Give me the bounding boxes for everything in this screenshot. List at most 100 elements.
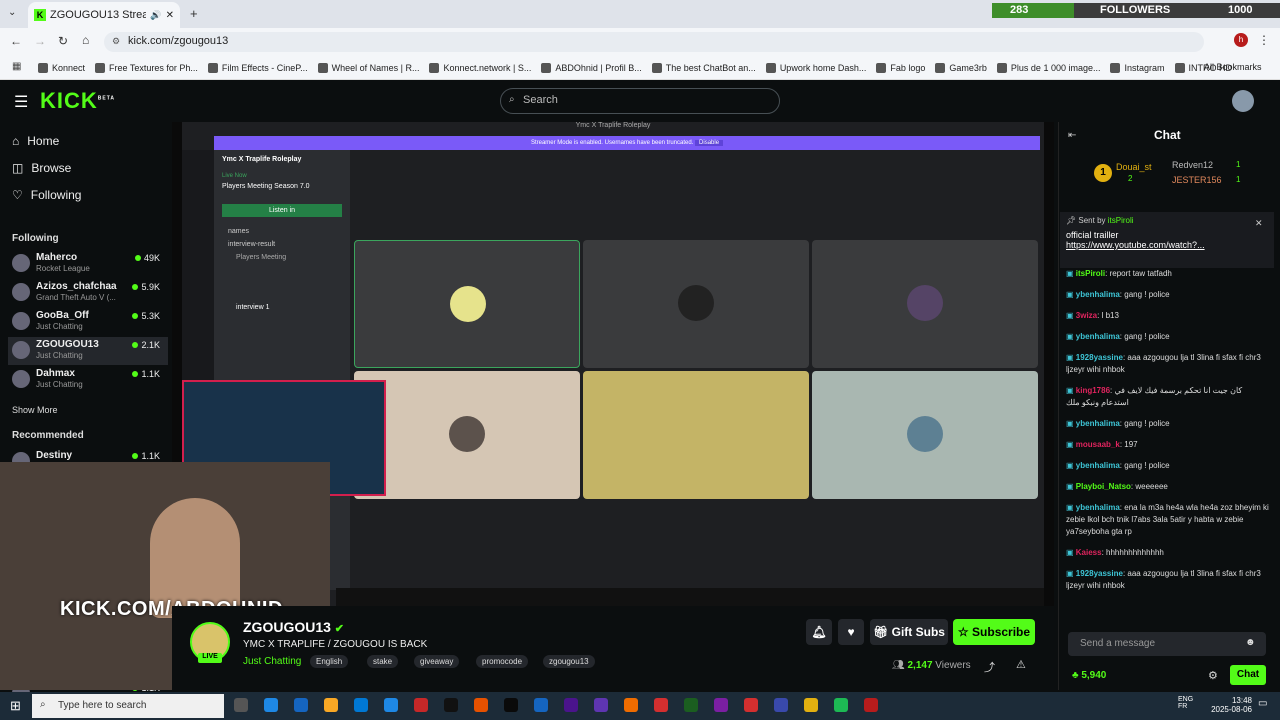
user-avatar[interactable]: [1232, 90, 1254, 112]
following-channel[interactable]: Maherco Rocket League 49K: [8, 250, 168, 278]
forward-icon[interactable]: →: [34, 34, 46, 48]
chat-username[interactable]: ybenhalima: [1076, 461, 1120, 470]
bookmark-item[interactable]: Fab logo: [876, 62, 925, 73]
top-gifter-1[interactable]: Douai_st: [1116, 162, 1152, 172]
taskbar-app-icon[interactable]: [654, 698, 668, 712]
subscribe-button[interactable]: ☆ Subscribe: [953, 619, 1035, 645]
kick-logo[interactable]: KICKBETA: [40, 88, 115, 114]
share-icon[interactable]: ⤴: [984, 659, 995, 675]
collapse-chat-icon[interactable]: ⇤: [1068, 130, 1076, 141]
taskbar-app-icon[interactable]: [744, 698, 758, 712]
chat-username[interactable]: Playboi_Natso: [1076, 482, 1131, 491]
channel-points[interactable]: ♣ 5,940: [1072, 670, 1106, 681]
taskbar-app-icon[interactable]: [624, 698, 638, 712]
stream-tag[interactable]: stake: [367, 655, 399, 668]
top-gifter-2[interactable]: Redven12: [1172, 160, 1213, 170]
search-input[interactable]: Search: [500, 88, 780, 114]
stream-tag[interactable]: zgougou13: [543, 655, 595, 668]
bookmark-item[interactable]: Upwork home Dash...: [765, 62, 866, 73]
system-clock[interactable]: 13:48 2025-08-06: [1206, 696, 1252, 714]
pinned-link[interactable]: https://www.youtube.com/watch?...: [1066, 240, 1268, 250]
all-bookmarks[interactable]: All Bookmarks: [1204, 62, 1262, 72]
unpin-icon[interactable]: ✕: [1255, 218, 1263, 229]
reload-icon[interactable]: ↻: [58, 34, 68, 48]
language-indicator[interactable]: ENG FR: [1178, 696, 1193, 710]
taskbar-app-icon[interactable]: [534, 698, 548, 712]
taskbar-app-icon[interactable]: [774, 698, 788, 712]
stream-tag[interactable]: promocode: [476, 655, 529, 668]
tab-list-icon[interactable]: ⌄: [8, 7, 16, 18]
menu-dots-icon[interactable]: ⋮: [1258, 33, 1270, 47]
taskbar-search[interactable]: Type here to search: [32, 694, 224, 718]
audio-icon[interactable]: 🔊: [150, 10, 161, 21]
taskbar-app-icon[interactable]: [294, 698, 308, 712]
chat-username[interactable]: ybenhalima: [1076, 290, 1120, 299]
taskbar-app-icon[interactable]: [264, 698, 278, 712]
following-channel[interactable]: Azizos_chafchaa Grand Theft Auto V (... 5.…: [8, 279, 168, 307]
profile-icon[interactable]: h: [1234, 33, 1248, 47]
notification-bell-icon[interactable]: 🔔︎: [806, 619, 832, 645]
taskbar-app-icon[interactable]: [804, 698, 818, 712]
gift-subs-button[interactable]: 🎁︎ Gift Subs: [870, 619, 948, 645]
home-icon[interactable]: ⌂: [82, 33, 89, 47]
taskbar-app-icon[interactable]: [864, 698, 878, 712]
following-channel[interactable]: GooBa_Off Just Chatting 5.3K: [8, 308, 168, 336]
emote-icon[interactable]: ☻: [1245, 637, 1256, 648]
taskbar-app-icon[interactable]: [684, 698, 698, 712]
bookmark-item[interactable]: Plus de 1 000 image...: [996, 62, 1100, 73]
following-channel[interactable]: Dahmax Just Chatting 1.1K: [8, 366, 168, 394]
taskbar-app-icon[interactable]: [474, 698, 488, 712]
site-info-icon[interactable]: ⚙: [112, 36, 120, 47]
chat-settings-gear-icon[interactable]: ⚙: [1208, 669, 1218, 682]
following-channel[interactable]: ZGOUGOU13 Just Chatting 2.1K: [8, 337, 168, 365]
windows-start-icon[interactable]: ⊞: [10, 698, 21, 714]
browser-tab[interactable]: K ZGOUGOU13 Stream - Wat 🔊 ✕: [28, 2, 180, 28]
show-more-link[interactable]: Show More: [12, 405, 58, 415]
taskbar-app-icon[interactable]: [444, 698, 458, 712]
report-icon[interactable]: ⚠: [1016, 658, 1026, 671]
notifications-icon[interactable]: ▭: [1258, 698, 1267, 709]
bookmark-item[interactable]: Konnect.network | S...: [429, 62, 531, 73]
taskbar-app-icon[interactable]: [354, 698, 368, 712]
nav-browse[interactable]: ◫ Browse: [12, 161, 71, 175]
taskbar-app-icon[interactable]: [564, 698, 578, 712]
taskbar-app-icon[interactable]: [594, 698, 608, 712]
follow-heart-icon[interactable]: ♥: [838, 619, 864, 645]
chat-send-button[interactable]: Chat: [1230, 665, 1266, 685]
chat-username[interactable]: mousaab_k: [1076, 440, 1120, 449]
taskbar-app-icon[interactable]: [504, 698, 518, 712]
bookmark-item[interactable]: Film Effects - CineP...: [207, 62, 308, 73]
stream-category[interactable]: Just Chatting: [243, 656, 301, 667]
stream-tag[interactable]: English: [310, 655, 349, 668]
bookmark-item[interactable]: Game3rb: [935, 62, 987, 73]
chat-username[interactable]: ybenhalima: [1076, 419, 1120, 428]
taskbar-app-icon[interactable]: [714, 698, 728, 712]
close-tab-icon[interactable]: ✕: [166, 10, 174, 21]
chat-username[interactable]: 3wiza: [1076, 311, 1097, 320]
taskbar-app-icon[interactable]: [414, 698, 428, 712]
taskbar-app-icon[interactable]: [234, 698, 248, 712]
taskbar-app-icon[interactable]: [324, 698, 338, 712]
chat-username[interactable]: 1928yassine: [1076, 569, 1123, 578]
bookmark-item[interactable]: Wheel of Names | R...: [317, 62, 419, 73]
back-icon[interactable]: ←: [10, 34, 22, 48]
stream-tag[interactable]: giveaway: [414, 655, 460, 668]
streamer-name[interactable]: ZGOUGOU13 ✔: [243, 619, 344, 635]
new-tab-icon[interactable]: +: [190, 6, 198, 21]
bookmark-item[interactable]: ABDOhnid | Profil B...: [541, 62, 642, 73]
bookmark-item[interactable]: Instagram: [1110, 62, 1165, 73]
nav-following[interactable]: ♡ Following: [12, 188, 81, 202]
url-field[interactable]: kick.com/zgougou13: [104, 32, 1204, 52]
apps-grid-icon[interactable]: ▦: [12, 61, 21, 72]
taskbar-app-icon[interactable]: [384, 698, 398, 712]
chat-username[interactable]: 1928yassine: [1076, 353, 1123, 362]
chat-username[interactable]: ybenhalima: [1076, 503, 1120, 512]
chat-username[interactable]: ybenhalima: [1076, 332, 1120, 341]
top-gifter-3[interactable]: JESTER156: [1172, 175, 1222, 185]
chat-username[interactable]: itsPiroli: [1076, 269, 1105, 278]
bookmark-item[interactable]: Free Textures for Ph...: [95, 62, 198, 73]
taskbar-app-icon[interactable]: [834, 698, 848, 712]
hamburger-menu-icon[interactable]: ☰: [14, 92, 28, 112]
chat-username[interactable]: Kaiess: [1076, 548, 1102, 557]
chat-username[interactable]: king1786: [1076, 386, 1110, 395]
